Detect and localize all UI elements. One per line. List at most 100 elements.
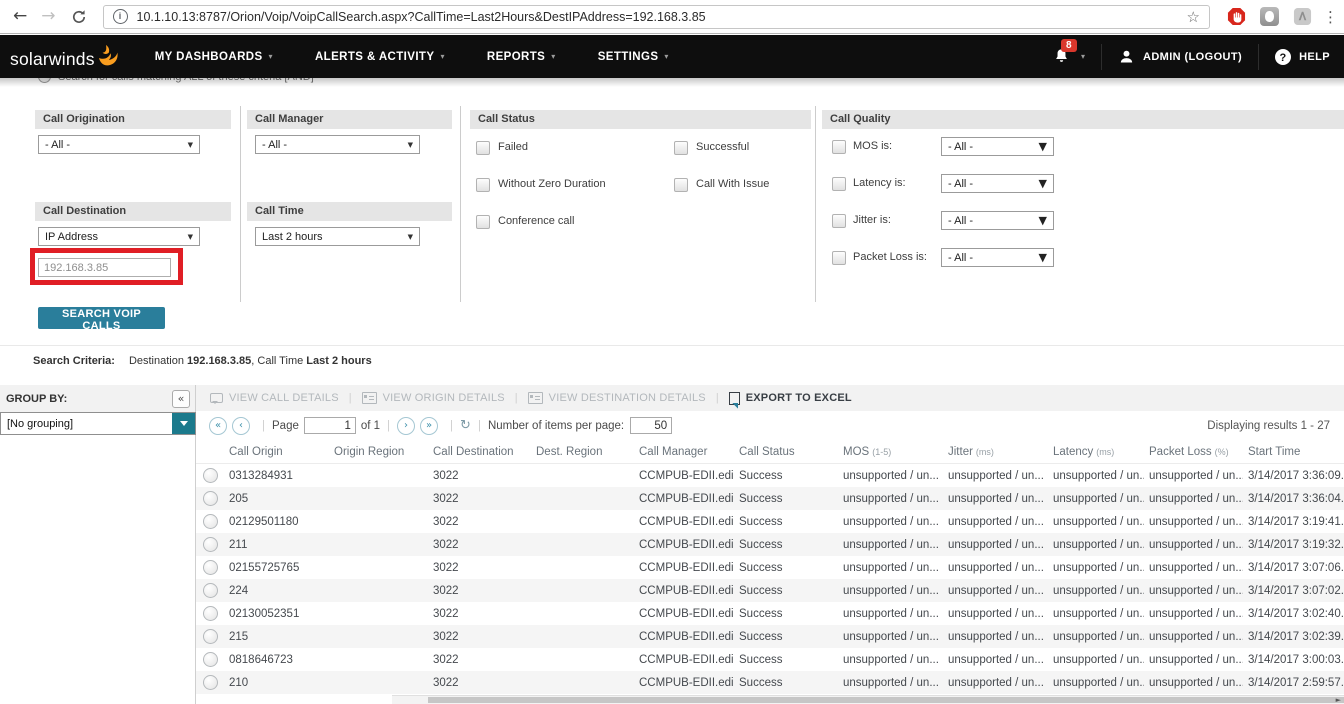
screenshot-extension-icon[interactable]	[1260, 7, 1279, 26]
scroll-right-icon[interactable]: ►	[1336, 696, 1341, 704]
cell-call-destination: 3022	[433, 584, 459, 597]
user-menu[interactable]: ADMIN (LOGOUT)	[1118, 48, 1242, 65]
table-row[interactable]: 02130052351 3022 CCMPUB-EDII.edii... Succes…	[196, 602, 1344, 625]
notifications-bell-icon[interactable]: 8	[1052, 39, 1077, 66]
column-header-call-origin[interactable]: Call Origin	[224, 446, 329, 458]
checkbox-jitter-is[interactable]	[832, 214, 846, 228]
checkbox-without-zero-duration[interactable]	[476, 178, 490, 192]
checkbox-mos-is[interactable]	[832, 140, 846, 154]
row-radio-button[interactable]	[202, 491, 218, 506]
call-destination-type-select[interactable]: IP Address ▼	[38, 227, 200, 246]
export-to-excel-button[interactable]: EXPORT TO EXCEL	[728, 391, 852, 405]
solarwinds-logo[interactable]: solarwinds	[10, 43, 121, 70]
scrollbar-thumb[interactable]	[428, 697, 1344, 703]
browser-back-icon[interactable]: ←	[13, 8, 27, 25]
quality-select-mos-is[interactable]: - All - ▼	[941, 137, 1054, 156]
nav-item-my-dashboards[interactable]: MY DASHBOARDS ▾	[155, 51, 273, 63]
cell-call-status: Success	[739, 607, 783, 620]
column-header-call-destination[interactable]: Call Destination	[428, 446, 531, 458]
collapse-sidebar-icon[interactable]: «	[172, 389, 190, 408]
column-header-dest-region[interactable]: Dest. Region	[531, 446, 634, 458]
row-radio-button[interactable]	[202, 560, 218, 575]
quality-select-latency-is[interactable]: - All - ▼	[941, 174, 1054, 193]
table-row[interactable]: 02129501180 3022 CCMPUB-EDII.edii... Succes…	[196, 510, 1344, 533]
horizontal-scrollbar[interactable]: ►	[392, 695, 1344, 704]
call-origination-header: Call Origination	[35, 110, 231, 129]
browser-forward-icon[interactable]: →	[41, 8, 55, 25]
browser-refresh-icon[interactable]	[71, 9, 87, 25]
destination-ip-input[interactable]	[38, 258, 171, 277]
page-info-icon[interactable]: i	[112, 9, 128, 24]
pdf-extension-icon[interactable]	[1293, 7, 1312, 26]
checkbox-successful[interactable]	[674, 141, 688, 155]
nav-item-settings[interactable]: SETTINGS ▾	[598, 51, 669, 63]
column-header-call-status[interactable]: Call Status	[734, 446, 838, 458]
row-radio-button[interactable]	[202, 537, 218, 552]
checkbox-call-with-issue[interactable]	[674, 178, 688, 192]
table-row[interactable]: 0818646723 3022 CCMPUB-EDII.edii... Success…	[196, 648, 1344, 671]
table-row[interactable]: 210 3022 CCMPUB-EDII.edii... Success unsuppo…	[196, 671, 1344, 694]
table-row[interactable]: 215 3022 CCMPUB-EDII.edii... Success unsuppo…	[196, 625, 1344, 648]
column-header-start-time[interactable]: Start Time	[1243, 446, 1344, 458]
column-header-origin-region[interactable]: Origin Region	[329, 446, 428, 458]
refresh-results-icon[interactable]: ↻	[460, 418, 471, 433]
previous-page-button[interactable]: ‹	[232, 416, 250, 435]
grouping-caret-button[interactable]	[172, 413, 195, 434]
checkbox-conference-call[interactable]	[476, 215, 490, 229]
criteria-part: Destination	[128, 355, 188, 367]
address-bar[interactable]: i 10.1.10.13:8787/Orion/Voip/VoipCallSea…	[102, 4, 1210, 29]
column-header-packet-loss[interactable]: Packet Loss (%)	[1144, 446, 1243, 458]
cell-call-origin: 02130052351	[229, 607, 300, 620]
adblock-extension-icon[interactable]	[1227, 7, 1246, 26]
cell-start-time: 3/14/2017 3:00:03.	[1248, 653, 1344, 666]
checkbox-packet-loss-is[interactable]	[832, 251, 846, 265]
last-page-button[interactable]: »	[420, 416, 439, 435]
row-radio-button[interactable]	[202, 468, 218, 483]
quality-select-packet-loss-is[interactable]: - All - ▼	[941, 248, 1054, 267]
table-body: 0313284931 3022 CCMPUB-EDII.edii... Success…	[196, 464, 1344, 694]
search-voip-calls-button[interactable]: SEARCH VOIP CALLS	[38, 307, 165, 332]
search-criteria-summary: Search Criteria: Destination 192.168.3.85…	[33, 355, 372, 367]
column-header-call-manager[interactable]: Call Manager	[634, 446, 734, 458]
row-radio-button[interactable]	[202, 629, 218, 644]
table-row[interactable]: 205 3022 CCMPUB-EDII.edii... Success unsuppo…	[196, 487, 1344, 510]
items-per-page-input[interactable]	[630, 417, 673, 434]
page-label: Page	[272, 419, 299, 432]
nav-item-reports[interactable]: REPORTS ▾	[487, 51, 556, 63]
bookmark-star-icon[interactable]: ☆	[1187, 8, 1200, 26]
export-excel-icon	[728, 391, 740, 405]
table-row[interactable]: 211 3022 CCMPUB-EDII.edii... Success unsuppo…	[196, 533, 1344, 556]
cell-packet-loss: unsupported / un...	[1149, 607, 1243, 620]
row-select-cell	[196, 652, 224, 667]
cell-packet-loss: unsupported / un...	[1149, 538, 1243, 551]
checkbox-failed[interactable]	[476, 141, 490, 155]
row-radio-button[interactable]	[202, 675, 218, 690]
cell-latency: unsupported / un...	[1053, 607, 1144, 620]
table-row[interactable]: 0313284931 3022 CCMPUB-EDII.edii... Success…	[196, 464, 1344, 487]
row-radio-button[interactable]	[202, 514, 218, 529]
column-header-latency[interactable]: Latency (ms)	[1048, 446, 1144, 458]
browser-menu-icon[interactable]: ⋮	[1323, 8, 1338, 26]
help-menu[interactable]: ? HELP	[1275, 48, 1330, 65]
pagination-bar: « ‹ | Page of 1 | › » | ↻ | Number of it…	[196, 411, 1344, 440]
row-radio-button[interactable]	[202, 606, 218, 621]
first-page-button[interactable]: «	[209, 416, 227, 435]
checkbox-latency-is[interactable]	[832, 177, 846, 191]
quality-select-jitter-is[interactable]: - All - ▼	[941, 211, 1054, 230]
row-radio-button[interactable]	[202, 583, 218, 598]
column-header-jitter[interactable]: Jitter (ms)	[943, 446, 1048, 458]
call-manager-select[interactable]: - All - ▼	[255, 135, 420, 154]
row-select-cell	[196, 583, 224, 598]
call-time-select[interactable]: Last 2 hours ▼	[255, 227, 420, 246]
notifications-chevron-icon[interactable]: ▾	[1081, 52, 1085, 61]
user-icon	[1120, 50, 1133, 63]
table-row[interactable]: 02155725765 3022 CCMPUB-EDII.edii... Succes…	[196, 556, 1344, 579]
call-origination-select[interactable]: - All - ▼	[38, 135, 200, 154]
grouping-select[interactable]: [No grouping]	[0, 412, 196, 435]
nav-item-alerts-activity[interactable]: ALERTS & ACTIVITY ▾	[315, 51, 445, 63]
row-radio-button[interactable]	[202, 652, 218, 667]
next-page-button[interactable]: ›	[397, 416, 416, 435]
table-row[interactable]: 224 3022 CCMPUB-EDII.edii... Success unsuppo…	[196, 579, 1344, 602]
page-number-input[interactable]	[303, 417, 356, 434]
column-header-mos[interactable]: MOS (1-5)	[838, 446, 943, 458]
